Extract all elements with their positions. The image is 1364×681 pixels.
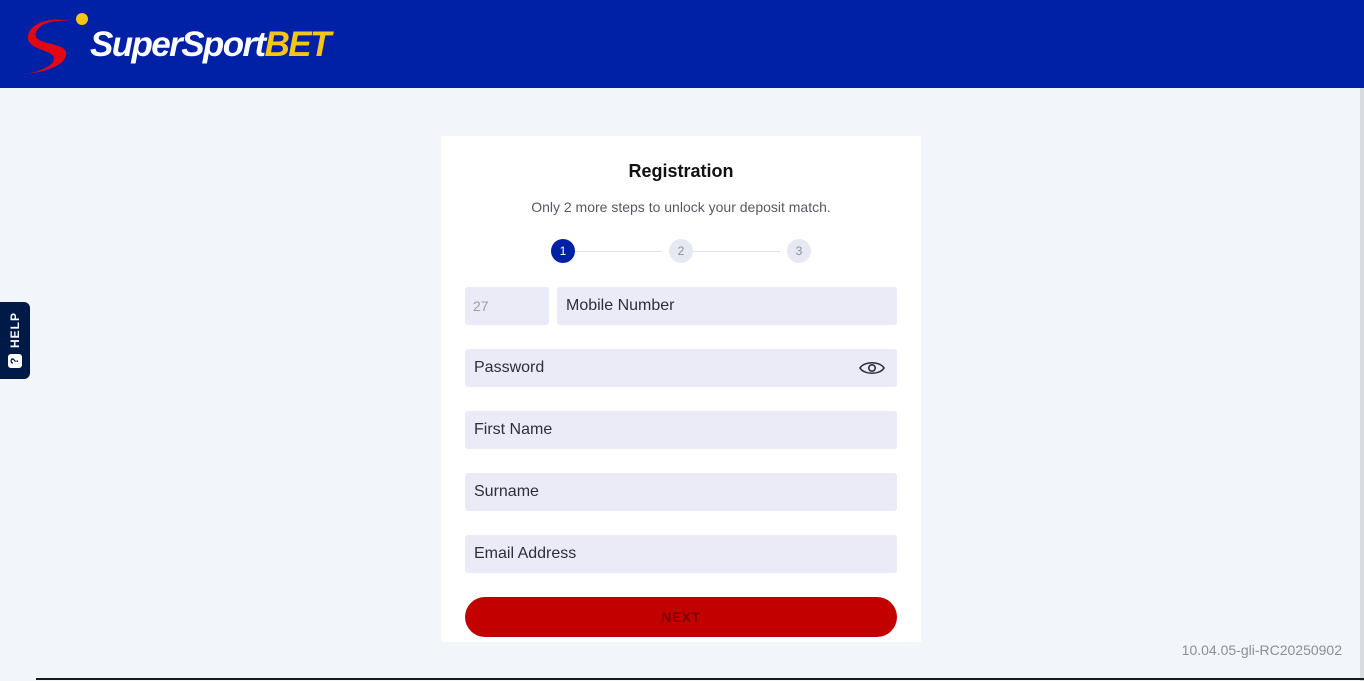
- password-input[interactable]: Password: [465, 349, 897, 387]
- supersport-logo-mark-icon: [27, 13, 88, 74]
- eye-icon[interactable]: [859, 359, 885, 377]
- page-scrollbar[interactable]: [1360, 88, 1364, 681]
- surname-input[interactable]: Surname: [465, 473, 897, 511]
- top-header: SuperSportBET: [0, 0, 1364, 88]
- help-icon: ?: [8, 354, 22, 369]
- mobile-number-input[interactable]: Mobile Number: [557, 287, 897, 325]
- email-address-input[interactable]: Email Address: [465, 535, 897, 573]
- stepper-connector: [692, 251, 780, 252]
- registration-stepper: 1 2 3: [441, 239, 921, 263]
- step-3-indicator: 3: [787, 239, 811, 263]
- page-title: Registration: [628, 161, 734, 181]
- registration-card: Registration Only 2 more steps to unlock…: [441, 136, 921, 642]
- registration-subtitle: Only 2 more steps to unlock your deposit…: [531, 199, 831, 215]
- step-1-indicator: 1: [551, 239, 575, 263]
- country-code-field[interactable]: 27: [465, 287, 549, 325]
- logo-wordmark: SuperSportBET: [90, 24, 331, 64]
- next-button[interactable]: NEXT: [465, 597, 897, 637]
- stepper-connector: [574, 251, 662, 252]
- supersportbet-logo[interactable]: SuperSportBET: [26, 12, 331, 76]
- version-label: 10.04.05-gli-RC20250902: [1181, 642, 1342, 658]
- first-name-input[interactable]: First Name: [465, 411, 897, 449]
- bottom-divider: [36, 678, 1364, 680]
- password-placeholder: Password: [474, 359, 545, 376]
- step-2-indicator: 2: [669, 239, 693, 263]
- help-label: HELP: [8, 312, 22, 349]
- help-tab[interactable]: HELP ?: [0, 302, 30, 379]
